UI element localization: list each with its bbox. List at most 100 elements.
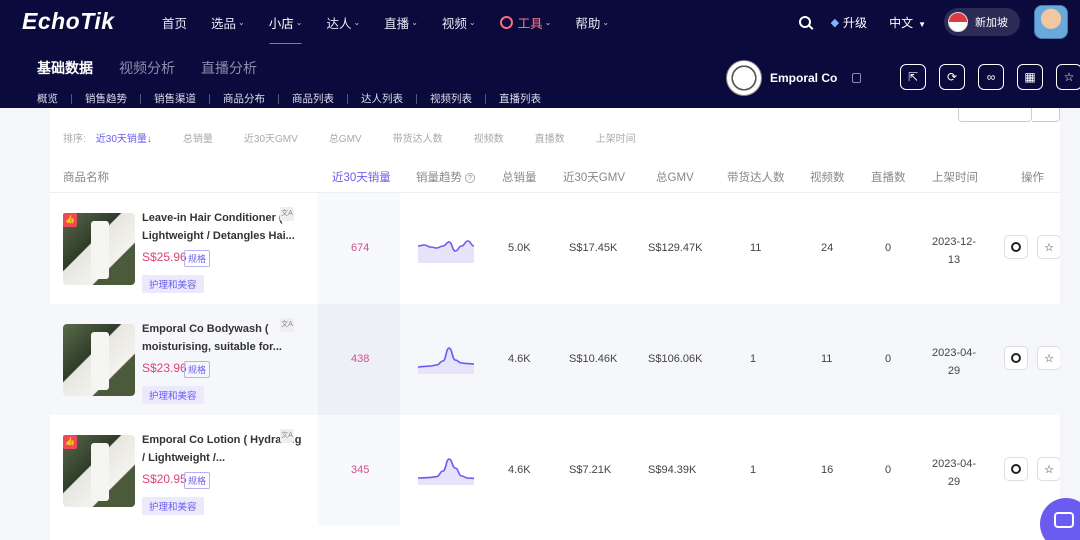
translate-icon[interactable]: 文A	[280, 318, 294, 332]
header-creators[interactable]: 带货达人数	[727, 169, 785, 185]
favorite-button[interactable]: ☆	[1056, 64, 1080, 90]
nav-tools[interactable]: 工具 ⌄	[488, 0, 564, 44]
spec-button[interactable]: 规格	[184, 472, 211, 489]
star-icon: ☆	[1063, 70, 1075, 84]
sort-gmv-30d[interactable]: 近30天GMV	[244, 130, 298, 145]
tools-icon	[499, 15, 513, 29]
favorite-product-button[interactable]: ☆	[1037, 346, 1060, 370]
top-navbar: EchoTik 首页 选品 ⌄ 小店 ⌄ 达人 ⌄ 直播 ⌄ 视频 ⌄ 工具 ⌄ 帮助 ⌄ ◆…	[0, 0, 1080, 46]
echotik-logo[interactable]: EchoTik	[22, 8, 115, 35]
product-list-card: 排序: 近30天销量↓ 总销量 近30天GMV 总GMV 带货达人数 视频数 直…	[50, 108, 1060, 540]
singapore-flag-icon	[948, 12, 968, 32]
nav-videos-label: 视频	[441, 16, 467, 31]
chevron-down-icon: ⌄	[295, 17, 303, 27]
subnav-sales-channel[interactable]: 销售渠道	[154, 91, 196, 106]
hot-badge-icon: 👍	[63, 435, 77, 449]
region-select[interactable]: 新加坡	[944, 8, 1020, 36]
translate-icon[interactable]: 文A	[280, 207, 294, 221]
search-icon[interactable]	[798, 16, 811, 28]
sort-listing-date[interactable]: 上架时间	[596, 130, 636, 145]
spec-button[interactable]: 规格	[184, 250, 211, 267]
divider	[278, 93, 279, 104]
gmv-30d-value: S$7.21K	[569, 464, 612, 476]
refresh-button[interactable]: ⟳	[939, 64, 965, 90]
header-videos[interactable]: 视频数	[810, 169, 845, 185]
lives-value: 0	[885, 353, 892, 365]
detail-button[interactable]	[1004, 346, 1028, 370]
table-row[interactable]: 👍 Emporal Co Lotion ( Hydrating / Lightw…	[50, 415, 1060, 526]
tab-video-analysis[interactable]: 视频分析	[119, 58, 175, 78]
header-sales-trend-label: 销量趋势	[416, 172, 462, 184]
nav-products[interactable]: 选品 ⌄	[199, 0, 257, 44]
shop-logo	[726, 60, 762, 96]
creators-value: 1	[750, 464, 757, 476]
sales-30d-value: 345	[351, 464, 370, 476]
table-header: 商品名称 近30天销量 销量趋势? 总销量 近30天GMV 总GMV 带货达人数…	[50, 160, 1060, 193]
arrow-down-icon: ↓	[146, 134, 152, 145]
nav-help[interactable]: 帮助 ⌄	[563, 0, 621, 44]
tab-live-analysis[interactable]: 直播分析	[201, 58, 257, 78]
listing-date-line2: 29	[947, 476, 961, 488]
upgrade-button[interactable]: ◆ 升级	[831, 14, 867, 31]
nav-videos[interactable]: 视频 ⌄	[430, 0, 488, 44]
total-gmv-value: S$94.39K	[648, 464, 697, 476]
category-tag: 护理和美容	[142, 497, 204, 515]
top-right-controls: ◆ 升级 中文 ▼ 新加坡	[798, 0, 1080, 44]
section-nav: 概览 销售趋势 销售渠道 商品分布 商品列表 达人列表 视频列表 直播列表	[37, 91, 541, 106]
header-lives[interactable]: 直播数	[871, 169, 906, 185]
product-price: S$25.96	[142, 250, 187, 264]
share-button[interactable]: ⇱	[900, 64, 926, 90]
tab-basic-data[interactable]: 基础数据	[37, 58, 93, 78]
export-button[interactable]	[958, 108, 1032, 122]
nav-shop[interactable]: 小店 ⌄	[257, 0, 315, 46]
user-avatar[interactable]	[1034, 5, 1068, 39]
product-price: S$20.95	[142, 472, 187, 486]
spec-button[interactable]: 规格	[184, 361, 211, 378]
sort-total-sales[interactable]: 总销量	[183, 130, 213, 145]
nav-creators[interactable]: 达人 ⌄	[314, 0, 372, 44]
sort-bar: 排序: 近30天销量↓ 总销量 近30天GMV 总GMV 带货达人数 视频数 直…	[63, 130, 667, 145]
subnav-sales-trend[interactable]: 销售趋势	[85, 91, 127, 106]
sort-videos[interactable]: 视频数	[474, 130, 504, 145]
link-button[interactable]: ∞	[978, 64, 1004, 90]
copy-icon[interactable]	[852, 73, 862, 83]
subnav-video-list[interactable]: 视频列表	[430, 91, 472, 106]
header-total-gmv[interactable]: 总GMV	[656, 169, 694, 185]
total-sales-value: 4.6K	[508, 464, 531, 476]
export-dropdown[interactable]	[1032, 108, 1060, 122]
sort-lives[interactable]: 直播数	[535, 130, 565, 145]
sort-total-gmv[interactable]: 总GMV	[329, 130, 362, 145]
table-row[interactable]: 👍 Leave-in Hair Conditioner ( Lightweigh…	[50, 193, 1060, 304]
subnav-product-list[interactable]: 商品列表	[292, 91, 334, 106]
translate-icon[interactable]: 文A	[280, 429, 294, 443]
sort-creators[interactable]: 带货达人数	[393, 130, 443, 145]
subnav-creator-list[interactable]: 达人列表	[361, 91, 403, 106]
favorite-product-button[interactable]: ☆	[1037, 235, 1060, 259]
table-row[interactable]: 👍 Emporal Co Bodywash ( moisturising, su…	[50, 304, 1060, 415]
language-select[interactable]: 中文 ▼	[889, 14, 926, 31]
product-cell: 👍 Emporal Co Bodywash ( moisturising, su…	[50, 304, 318, 415]
hot-badge-icon: 👍	[63, 213, 77, 227]
listing-date-line1: 2023-04-	[932, 458, 977, 470]
header-total-sales[interactable]: 总销量	[502, 169, 537, 185]
subnav-overview[interactable]: 概览	[37, 91, 58, 106]
videos-value: 24	[821, 242, 834, 254]
nav-live[interactable]: 直播 ⌄	[372, 0, 430, 44]
subnav-live-list[interactable]: 直播列表	[499, 91, 541, 106]
grid-button[interactable]: ▦	[1017, 64, 1043, 90]
page-gutter	[1060, 108, 1080, 540]
header-sales-30d[interactable]: 近30天销量	[332, 169, 391, 185]
product-thumbnail[interactable]	[63, 324, 135, 396]
detail-button[interactable]	[1004, 457, 1028, 481]
subnav-product-distribution[interactable]: 商品分布	[223, 91, 265, 106]
nav-home-label: 首页	[162, 16, 188, 31]
header-gmv-30d[interactable]: 近30天GMV	[563, 169, 625, 185]
detail-button[interactable]	[1004, 235, 1028, 259]
shop-subheader: 基础数据 视频分析 直播分析 概览 销售趋势 销售渠道 商品分布 商品列表 达人…	[0, 44, 1080, 108]
header-listing-date[interactable]: 上架时间	[932, 169, 978, 185]
favorite-product-button[interactable]: ☆	[1037, 457, 1060, 481]
help-icon[interactable]: ?	[465, 173, 475, 183]
sort-sales-30d[interactable]: 近30天销量↓	[96, 130, 152, 145]
divider	[485, 93, 486, 104]
nav-home[interactable]: 首页	[150, 0, 199, 44]
